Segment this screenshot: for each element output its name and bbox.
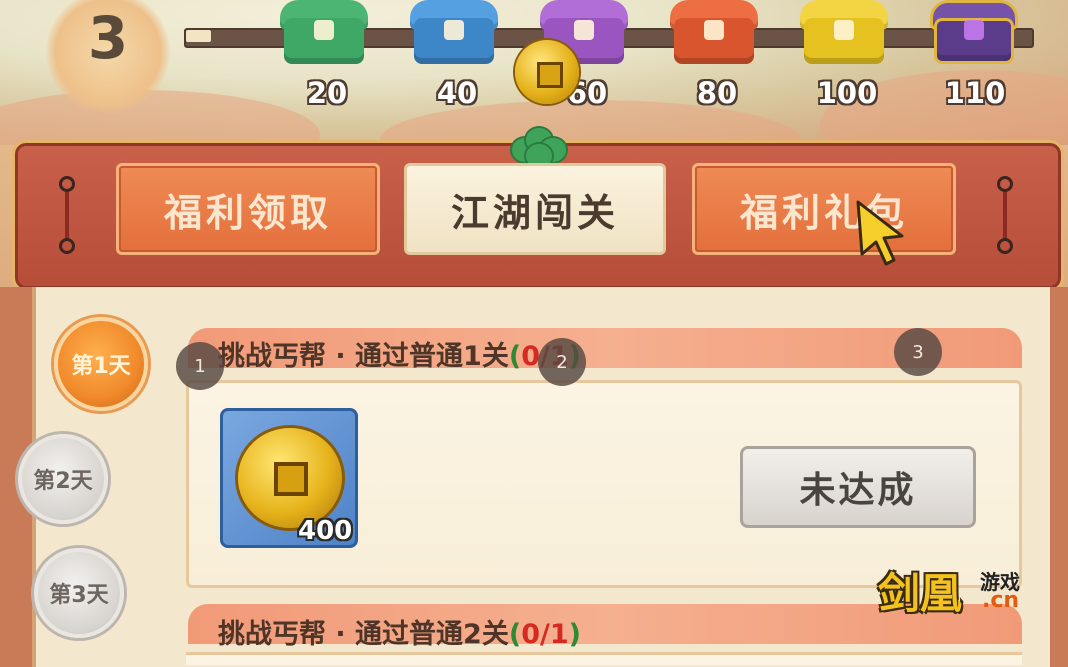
reward-quantity: 400 <box>298 516 353 546</box>
current-progress-coin-icon <box>515 40 579 104</box>
day-tab-1[interactable]: 第1天 <box>54 317 148 411</box>
knot-decoration-icon <box>59 176 75 256</box>
milestone-label: 20 <box>306 76 348 110</box>
milestone-label: 100 <box>816 76 878 110</box>
progress-fill <box>186 30 211 42</box>
quest-progress: (0/1) <box>508 619 581 650</box>
milestone-label: 80 <box>696 76 738 110</box>
tab-welfare-claim[interactable]: 福利领取 <box>116 163 380 255</box>
step-badge: 1 <box>176 342 224 390</box>
not-achieved-button[interactable]: 未达成 <box>740 446 976 528</box>
day-tab-3[interactable]: 第3天 <box>34 548 124 638</box>
quest-title: 挑战丐帮 · 通过普通1关(0/1) <box>218 334 581 373</box>
chest-red-icon[interactable] <box>668 0 760 70</box>
copper-coin-icon <box>238 428 342 528</box>
quest-title: 挑战丐帮 · 通过普通2关(0/1) <box>218 619 581 650</box>
chest-blue-icon[interactable] <box>408 0 500 70</box>
cloud-decoration <box>0 90 320 145</box>
level-number: 3 <box>87 4 129 72</box>
pointer-cursor-icon <box>856 200 904 266</box>
milestone-label: 110 <box>944 76 1006 110</box>
chest-royal-icon[interactable] <box>928 0 1020 70</box>
day-tab-2[interactable]: 第2天 <box>18 434 108 524</box>
chest-gold-icon[interactable] <box>798 0 890 70</box>
step-badge: 2 <box>538 338 586 386</box>
milestone-label: 40 <box>436 76 478 110</box>
tab-jianghu-challenge[interactable]: 江湖闯关 <box>404 163 666 255</box>
chest-green-icon[interactable] <box>278 0 370 70</box>
knot-decoration-icon <box>997 176 1013 256</box>
step-badge: 3 <box>894 328 942 376</box>
tab-welfare-gift-pack[interactable]: 福利礼包 <box>692 163 956 255</box>
site-watermark-logo: 剑凰 游戏 .cn <box>878 569 1020 618</box>
